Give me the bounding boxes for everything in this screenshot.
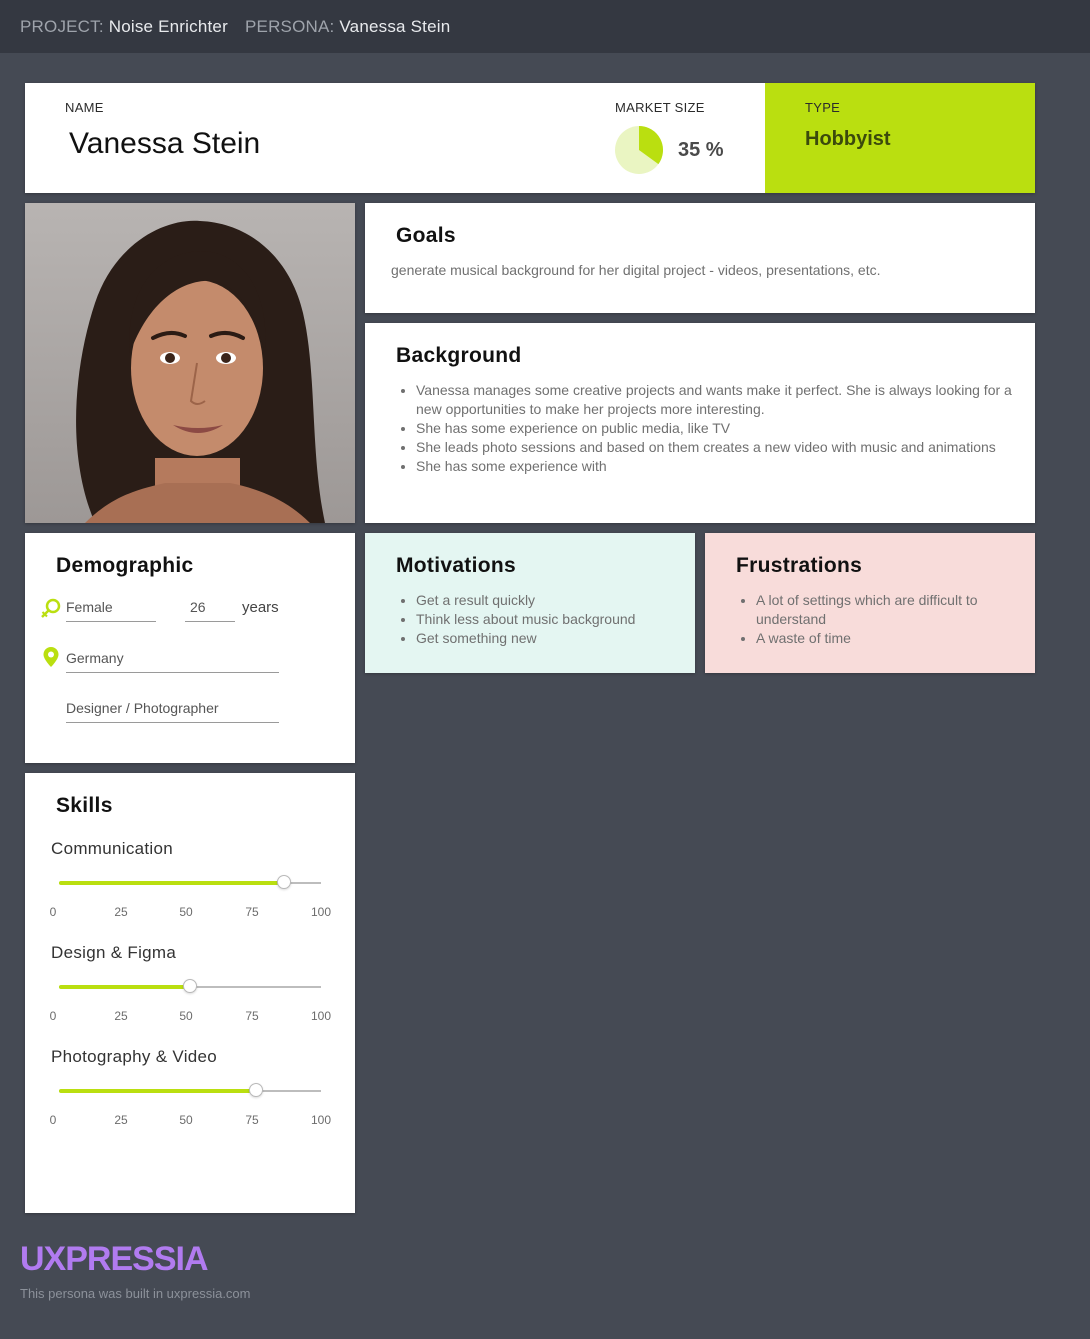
type-value[interactable]: Hobbyist [805, 128, 891, 151]
demographic-title: Demographic [56, 554, 194, 577]
market-size-value: 35 % [678, 139, 724, 161]
tick-label: 0 [49, 1009, 57, 1023]
tick-label: 25 [114, 905, 128, 919]
persona-name-title[interactable]: Vanessa Stein [69, 127, 260, 161]
background-list[interactable]: Vanessa manages some creative projects a… [396, 381, 1016, 476]
list-item: Get something new [416, 629, 681, 648]
skill-label-communication: Communication [51, 839, 174, 858]
slider-fill [59, 985, 190, 989]
slider-ticks: 0 25 50 75 100 [45, 905, 335, 921]
age-unit-label: years [242, 599, 279, 616]
footer-text[interactable]: This persona was built in uxpressia.com [20, 1286, 251, 1301]
motivations-title: Motivations [396, 554, 516, 577]
project-label: PROJECT: [20, 17, 104, 36]
skill-slider-photography[interactable] [59, 1083, 321, 1097]
list-item: Think less about music background [416, 610, 681, 629]
motivations-card: Motivations Get a result quickly Think l… [365, 533, 695, 673]
persona-breadcrumb[interactable]: PERSONA: Vanessa Stein [245, 17, 450, 37]
tick-label: 0 [49, 1113, 57, 1127]
market-size-pie-icon [615, 126, 663, 174]
frustrations-card: Frustrations A lot of settings which are… [705, 533, 1035, 673]
tick-label: 75 [245, 1113, 259, 1127]
uxpressia-logo[interactable]: UXPRESSIA [20, 1240, 208, 1279]
goals-card: Goals generate musical background for he… [365, 203, 1035, 313]
list-item: A lot of settings which are difficult to… [756, 591, 1006, 629]
persona-name[interactable]: Vanessa Stein [339, 17, 450, 36]
tick-label: 0 [49, 905, 57, 919]
location-pin-icon [43, 647, 59, 667]
top-bar: PROJECT: Noise Enrichter PERSONA: Vaness… [0, 0, 1090, 53]
skills-card: Skills Communication 0 25 50 75 100 Desi… [25, 773, 355, 1213]
slider-ticks: 0 25 50 75 100 [45, 1113, 335, 1129]
tick-label: 75 [245, 905, 259, 919]
skill-slider-design[interactable] [59, 979, 321, 993]
portrait-image [25, 203, 355, 523]
project-breadcrumb[interactable]: PROJECT: Noise Enrichter [20, 17, 228, 37]
gender-field[interactable]: Female [66, 599, 156, 622]
slider-fill [59, 1089, 256, 1093]
persona-photo[interactable] [25, 203, 355, 523]
skills-title: Skills [56, 794, 113, 817]
background-card: Background Vanessa manages some creative… [365, 323, 1035, 523]
goals-text[interactable]: generate musical background for her digi… [391, 261, 1011, 280]
slider-thumb[interactable] [277, 875, 292, 889]
tick-label: 75 [245, 1009, 259, 1023]
female-icon [41, 598, 61, 618]
tick-label: 100 [310, 1009, 332, 1023]
tick-label: 100 [310, 1113, 332, 1127]
goals-title: Goals [396, 224, 456, 247]
frustrations-title: Frustrations [736, 554, 863, 577]
frustrations-list[interactable]: A lot of settings which are difficult to… [736, 591, 1006, 648]
list-item: She leads photo sessions and based on th… [416, 438, 1016, 457]
occupation-field[interactable]: Designer / Photographer [66, 700, 279, 723]
tick-label: 25 [114, 1113, 128, 1127]
list-item: She has some experience with [416, 457, 1016, 476]
tick-label: 50 [179, 1009, 193, 1023]
tick-label: 50 [179, 1113, 193, 1127]
type-panel: TYPE Hobbyist [765, 83, 1035, 193]
skill-slider-communication[interactable] [59, 875, 321, 889]
market-size-label: MARKET SIZE [615, 100, 705, 115]
list-item: Get a result quickly [416, 591, 681, 610]
skill-label-photography: Photography & Video [51, 1047, 218, 1066]
persona-label: PERSONA: [245, 17, 335, 36]
tick-label: 50 [179, 905, 193, 919]
type-label: TYPE [805, 100, 841, 115]
slider-ticks: 0 25 50 75 100 [45, 1009, 335, 1025]
list-item: A waste of time [756, 629, 1006, 648]
list-item: She has some experience on public media,… [416, 419, 1016, 438]
location-field[interactable]: Germany [66, 650, 279, 673]
slider-thumb[interactable] [183, 979, 197, 993]
background-title: Background [396, 344, 522, 367]
project-name[interactable]: Noise Enrichter [109, 17, 228, 36]
slider-fill [59, 881, 285, 885]
header-card: NAME Vanessa Stein MARKET SIZE 35 % TYPE… [25, 83, 1035, 193]
slider-thumb[interactable] [248, 1083, 263, 1097]
demographic-card: Demographic Female 26 years Germany Desi… [25, 533, 355, 763]
age-field[interactable]: 26 [185, 599, 235, 622]
motivations-list[interactable]: Get a result quickly Think less about mu… [396, 591, 681, 648]
skill-label-design: Design & Figma [51, 943, 177, 962]
tick-label: 25 [114, 1009, 128, 1023]
tick-label: 100 [310, 905, 332, 919]
list-item: Vanessa manages some creative projects a… [416, 381, 1016, 419]
name-label: NAME [65, 100, 104, 115]
